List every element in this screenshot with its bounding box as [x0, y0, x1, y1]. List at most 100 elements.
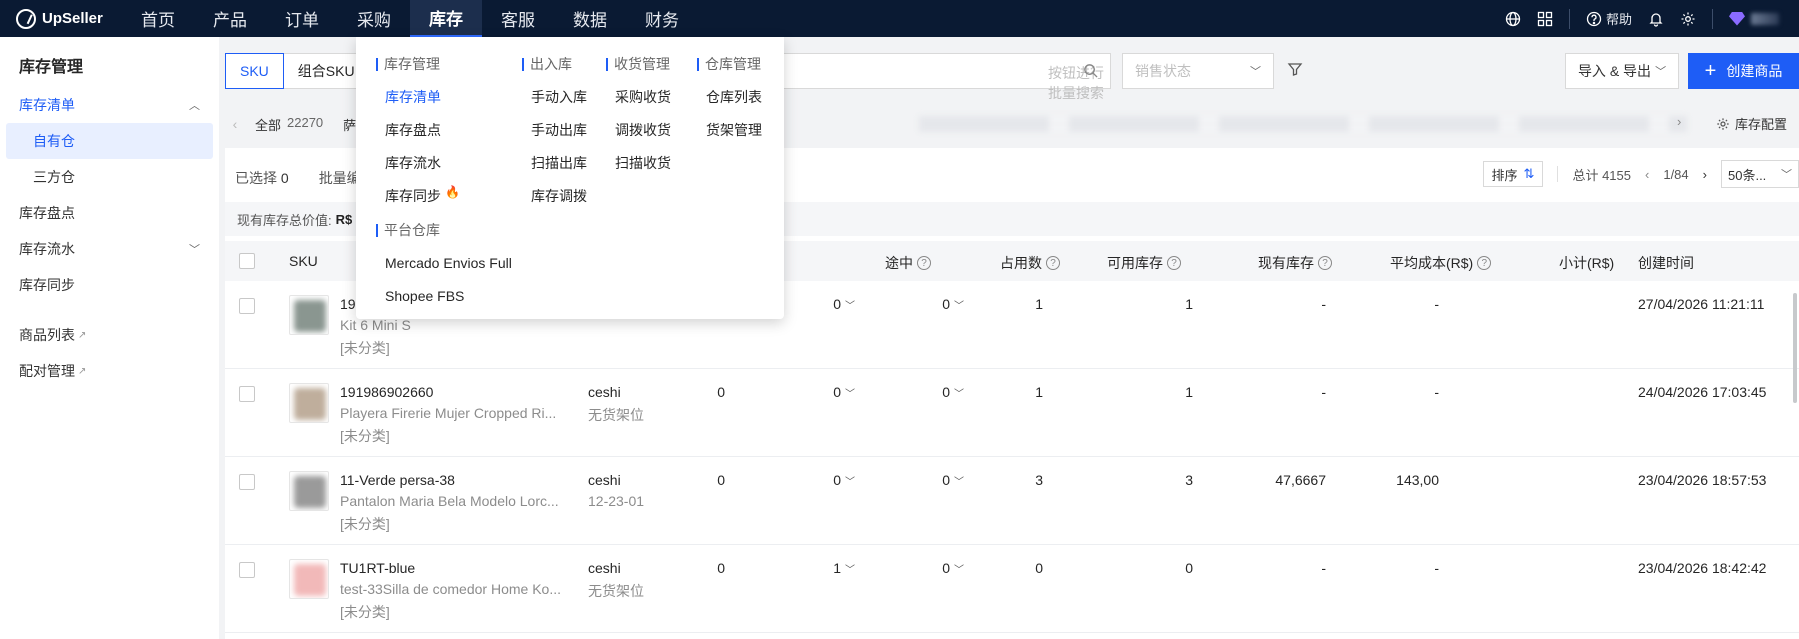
- in-transit-value[interactable]: 0 ﹀: [833, 472, 855, 488]
- sidebar-item-pairing[interactable]: 配对管理 ↗: [0, 353, 219, 389]
- bell-icon[interactable]: [1648, 11, 1664, 27]
- help-link[interactable]: 帮助: [1586, 9, 1632, 28]
- nav-inventory[interactable]: 库存: [410, 0, 482, 37]
- occupied-value[interactable]: 0 ﹀: [942, 560, 964, 576]
- menu-item-manual-in[interactable]: 手动入库: [522, 80, 587, 113]
- in-transit-value[interactable]: 0 ﹀: [833, 296, 855, 312]
- nav-finance[interactable]: 财务: [626, 0, 698, 37]
- available-value: 0: [1035, 560, 1043, 576]
- product-image-blurred: [294, 388, 326, 420]
- tab-sku[interactable]: SKU: [225, 53, 284, 89]
- current-stock-value: 1: [1185, 296, 1193, 312]
- help-circle-icon[interactable]: ?: [1318, 256, 1332, 270]
- menu-item-stock-sync[interactable]: 库存同步 🔥: [376, 179, 512, 212]
- help-circle-icon[interactable]: ?: [1046, 256, 1060, 270]
- help-circle-icon[interactable]: ?: [917, 256, 931, 270]
- menu-item-transfer-receive[interactable]: 调拨收货: [606, 113, 671, 146]
- globe-icon[interactable]: [1505, 11, 1521, 27]
- page-size-select[interactable]: 50条... ﹀: [1721, 160, 1799, 188]
- menu-item-purchase-receive[interactable]: 采购收货: [606, 80, 671, 113]
- select-all-checkbox[interactable]: [239, 253, 255, 269]
- col-subtotal: 小计(R$): [1559, 255, 1615, 271]
- nav-products[interactable]: 产品: [194, 0, 266, 37]
- occupied-value[interactable]: 0 ﹀: [942, 384, 964, 400]
- logo-icon: [16, 8, 36, 29]
- occupied-value[interactable]: 0 ﹀: [942, 472, 964, 488]
- gear-icon[interactable]: [1680, 11, 1696, 27]
- menu-group-title: 出入库: [522, 54, 587, 74]
- row-checkbox[interactable]: [239, 386, 255, 402]
- menu-item-mercado-full[interactable]: Mercado Envios Full: [376, 246, 512, 279]
- row-checkbox[interactable]: [239, 298, 255, 314]
- sidebar-item-label: 库存同步: [19, 277, 75, 293]
- product-thumbnail[interactable]: [289, 471, 329, 511]
- table-row[interactable]: 191986902660 Playera Firerie Mujer Croppe…: [225, 369, 1799, 457]
- product-thumbnail[interactable]: [289, 383, 329, 423]
- chevron-down-icon: ﹀: [954, 477, 964, 488]
- menu-item-shopee-fbs[interactable]: Shopee FBS: [376, 279, 512, 312]
- row-checkbox[interactable]: [239, 562, 255, 578]
- sidebar-item-inventory-list[interactable]: 库存清单 ︿: [0, 87, 219, 123]
- apps-grid-icon[interactable]: [1537, 11, 1553, 27]
- sidebar-item-third-party-warehouse[interactable]: 三方仓: [6, 159, 213, 195]
- product-thumbnail[interactable]: [289, 295, 329, 335]
- in-transit-value[interactable]: 0 ﹀: [833, 384, 855, 400]
- nav-data[interactable]: 数据: [554, 0, 626, 37]
- created-time: 23/04/2026 18:57:53: [1638, 472, 1767, 488]
- sidebar-item-stock-sync[interactable]: 库存同步: [0, 267, 219, 303]
- stock-config-link[interactable]: 库存配置: [1715, 114, 1787, 133]
- sku-code[interactable]: 11-Verde persa-38: [340, 472, 455, 488]
- nav-orders[interactable]: 订单: [266, 0, 338, 37]
- filter-icon[interactable]: [1287, 61, 1305, 79]
- table-row[interactable]: 11-Verde persa-38 Pantalon Maria Bela Mod…: [225, 457, 1799, 545]
- sku-code[interactable]: TU1RT-blue: [340, 560, 415, 576]
- menu-item-warehouse-list[interactable]: 仓库列表: [697, 80, 762, 113]
- help-circle-icon[interactable]: ?: [1477, 256, 1492, 270]
- import-export-label: 导入 & 导出: [1577, 63, 1652, 79]
- menu-item-inventory-list[interactable]: 库存清单: [376, 80, 512, 113]
- prev-page-icon[interactable]: ‹: [1645, 167, 1649, 182]
- product-thumbnail[interactable]: [289, 559, 329, 599]
- menu-item-shelf-manage[interactable]: 货架管理: [697, 113, 762, 146]
- chevron-left-icon[interactable]: ‹: [225, 116, 245, 132]
- sort-button[interactable]: 排序 ⇅: [1482, 161, 1544, 187]
- create-product-button[interactable]: + 创建商品: [1688, 53, 1799, 89]
- top-right-tools: 帮助: [1505, 0, 1799, 37]
- sidebar-item-stock-flow[interactable]: 库存流水 ﹀: [0, 231, 219, 267]
- menu-item-scan-out[interactable]: 扫描出库: [522, 146, 587, 179]
- scrollbar[interactable]: [1793, 293, 1797, 403]
- divider: [1712, 8, 1713, 29]
- in-transit-value[interactable]: 1 ﹀: [833, 560, 855, 576]
- menu-item-manual-out[interactable]: 手动出库: [522, 113, 587, 146]
- sidebar-item-product-list[interactable]: 商品列表 ↗: [0, 317, 219, 353]
- warehouse-tab-all[interactable]: 全部 22270: [255, 115, 323, 134]
- col-sku: SKU: [289, 253, 318, 269]
- table-row[interactable]: TU1RT-blue test-33Silla de comedor Home K…: [225, 545, 1799, 633]
- occupied-value[interactable]: 0 ﹀: [942, 296, 964, 312]
- help-circle-icon[interactable]: ?: [1167, 256, 1181, 270]
- row-checkbox[interactable]: [239, 474, 255, 490]
- sidebar-item-label: 库存流水: [19, 241, 75, 257]
- menu-item-transfer[interactable]: 库存调拨: [522, 179, 587, 212]
- sale-status-select[interactable]: 销售状态 ﹀: [1122, 53, 1274, 89]
- search-icon[interactable]: [1083, 63, 1098, 82]
- nav-home[interactable]: 首页: [122, 0, 194, 37]
- sku-code[interactable]: 191986902660: [340, 384, 433, 400]
- page-size-label: 50条...: [1728, 167, 1767, 183]
- menu-item-stocktake[interactable]: 库存盘点: [376, 113, 512, 146]
- chevron-right-icon[interactable]: ›: [1677, 114, 1681, 129]
- menu-item-scan-receive[interactable]: 扫描收货: [606, 146, 671, 179]
- menu-item-label: 库存同步: [385, 187, 441, 204]
- upseller-logo[interactable]: UpSeller: [0, 8, 120, 29]
- menu-item-stock-flow[interactable]: 库存流水: [376, 146, 512, 179]
- nav-customer-service[interactable]: 客服: [482, 0, 554, 37]
- sidebar-item-own-warehouse[interactable]: 自有仓: [6, 123, 213, 159]
- current-stock-value: 1: [1185, 384, 1193, 400]
- sidebar-item-stocktake[interactable]: 库存盘点: [0, 195, 219, 231]
- import-export-button[interactable]: 导入 & 导出 ﹀: [1565, 53, 1679, 89]
- user-menu[interactable]: [1729, 11, 1779, 26]
- shelf-location: 无货架位: [588, 407, 644, 423]
- nav-purchase[interactable]: 采购: [338, 0, 410, 37]
- next-page-icon[interactable]: ›: [1703, 167, 1707, 182]
